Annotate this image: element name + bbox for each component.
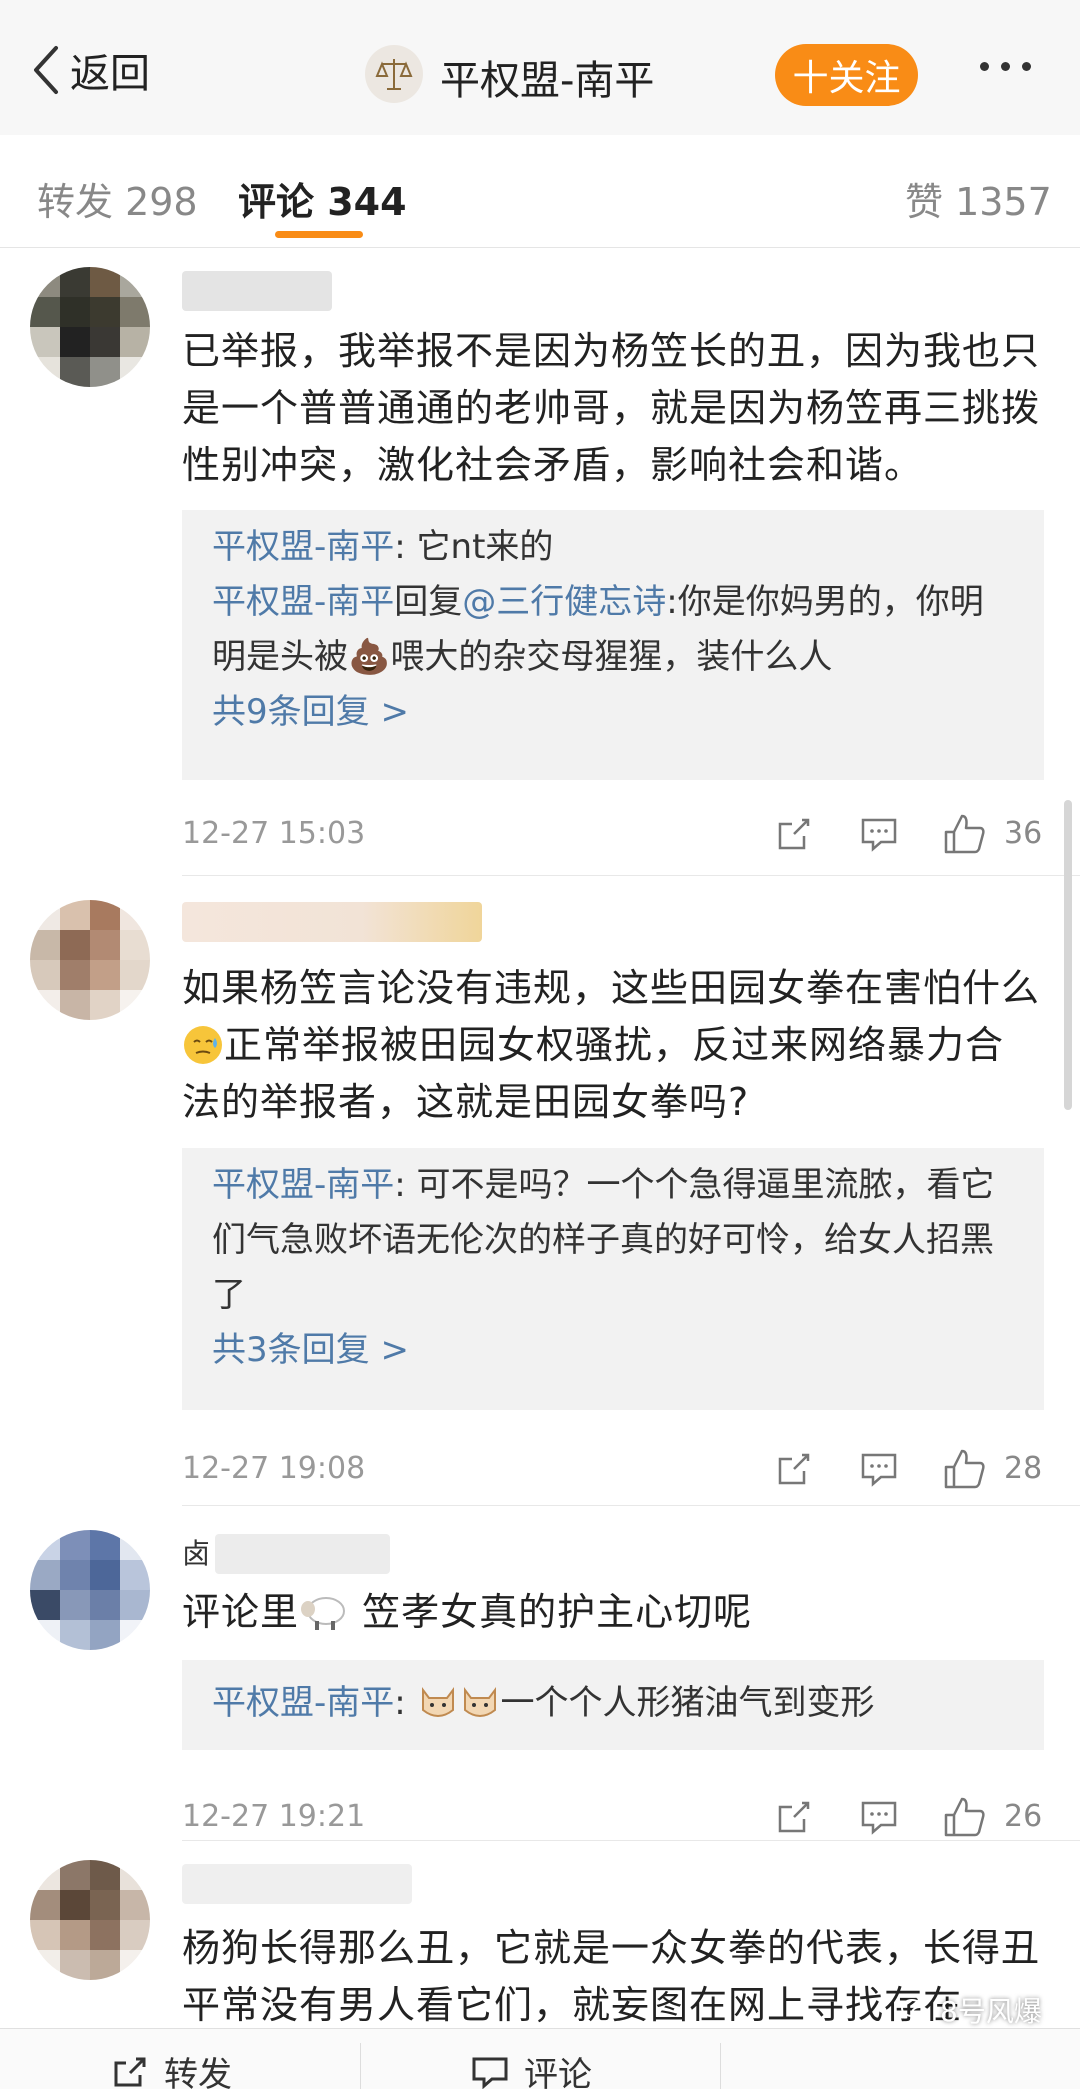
username-blurred[interactable]	[182, 902, 482, 942]
reply-box[interactable]: 平权盟-南平: 一个个人形猪油气到变形	[182, 1660, 1044, 1750]
scales-icon[interactable]	[365, 45, 423, 103]
reply-author[interactable]: 平权盟-南平	[212, 582, 394, 622]
comment-text: 评论里 笠孝女真的护主心切呢	[182, 1590, 753, 1634]
divider	[182, 1840, 1080, 1841]
comment-icon[interactable]	[857, 1795, 901, 1839]
tab-reposts[interactable]: 转发 298	[37, 171, 198, 226]
bottom-action-bar: 转发 评论	[0, 2028, 1080, 2095]
comment-meta: 12-27 19:08 28	[182, 1445, 1044, 1495]
page-title[interactable]: 平权盟-南平	[440, 48, 654, 106]
scrollbar[interactable]	[1064, 800, 1072, 1110]
more-replies-link[interactable]: 共3条回复 >	[212, 1323, 1014, 1378]
more-options-icon[interactable]	[980, 62, 1031, 71]
reply-line: 平权盟-南平回复@三行健忘诗:你是你妈男的，你明明是头被💩喂大的杂交母猩猩，装什…	[212, 582, 984, 677]
cat-emoji-icon	[421, 1687, 454, 1717]
share-icon[interactable]	[772, 1795, 816, 1839]
back-button[interactable]: 返回	[30, 40, 150, 100]
comment-time: 12-27 15:03	[182, 816, 366, 851]
avatar[interactable]	[30, 1860, 150, 1980]
tab-comments[interactable]: 评论 344	[238, 171, 407, 226]
like-count: 26	[1004, 1799, 1043, 1834]
divider	[182, 1505, 1080, 1506]
reply-author[interactable]: 平权盟-南平	[212, 1165, 394, 1205]
back-label: 返回	[70, 51, 150, 97]
comment-button[interactable]: 评论	[470, 2047, 592, 2096]
comment-text: 已举报，我举报不是因为杨笠长的丑，因为我也只是一个普普通通的老帅哥，就是因为杨笠…	[182, 329, 1041, 487]
like-count: 28	[1004, 1451, 1043, 1486]
avatar[interactable]	[30, 1530, 150, 1650]
like-count: 36	[1004, 816, 1043, 851]
comment-icon[interactable]	[857, 812, 901, 856]
comment-icon[interactable]	[857, 1447, 901, 1491]
thumbs-up-icon[interactable]	[942, 1447, 986, 1491]
repost-icon	[114, 2057, 146, 2086]
wechat-icon	[901, 1999, 929, 2020]
comment-icon	[472, 2057, 508, 2089]
reply-author[interactable]: 平权盟-南平	[212, 527, 394, 567]
reply-author[interactable]: 平权盟-南平	[212, 1683, 394, 1723]
thumbs-up-icon[interactable]	[942, 812, 986, 856]
comment-meta: 12-27 19:21 26	[182, 1793, 1044, 1843]
comment-time: 12-27 19:08	[182, 1451, 366, 1486]
follow-button[interactable]: 十关注	[775, 44, 918, 106]
active-tab-indicator	[275, 231, 363, 238]
top-nav: 返回 平权盟-南平 十关注	[0, 0, 1080, 135]
more-replies-link[interactable]: 共9条回复 >	[212, 685, 1014, 740]
sweat-emoji-icon	[184, 1026, 222, 1064]
chevron-left-icon	[34, 46, 58, 94]
divider	[720, 2043, 721, 2089]
sheep-emoji-icon	[301, 1597, 346, 1630]
username-blurred[interactable]	[182, 271, 332, 311]
tab-bar: 转发 298 评论 344 赞 1357	[0, 135, 1080, 248]
reply-line: 平权盟-南平: 它nt来的	[212, 527, 554, 567]
comment-meta: 12-27 15:03 36	[182, 810, 1044, 860]
reply-line: 平权盟-南平: 一个个人形猪油气到变形	[212, 1676, 1014, 1731]
tab-likes[interactable]: 赞 1357	[905, 171, 1052, 226]
reply-box[interactable]: 平权盟-南平: 可不是吗？一个个急得逼里流脓，看它们气急败坏语无伦次的样子真的好…	[182, 1148, 1044, 1410]
avatar[interactable]	[30, 267, 150, 387]
reply-box[interactable]: 平权盟-南平: 它nt来的 平权盟-南平回复@三行健忘诗:你是你妈男的，你明明是…	[182, 510, 1044, 780]
divider	[360, 2043, 361, 2089]
mention-link[interactable]: @三行健忘诗	[462, 582, 666, 622]
thumbs-up-icon[interactable]	[942, 1795, 986, 1839]
reply-line: 平权盟-南平: 可不是吗？一个个急得逼里流脓，看它们气急败坏语无伦次的样子真的好…	[212, 1165, 995, 1315]
comment-time: 12-27 19:21	[182, 1799, 366, 1834]
repost-button[interactable]: 转发	[110, 2047, 232, 2096]
share-icon[interactable]	[772, 1447, 816, 1491]
divider	[182, 875, 1080, 876]
username-blurred[interactable]	[215, 1534, 390, 1574]
cat-emoji-icon	[463, 1687, 496, 1717]
username-blurred[interactable]	[182, 1864, 412, 1904]
share-icon[interactable]	[772, 812, 816, 856]
avatar[interactable]	[30, 900, 150, 1020]
username-partial[interactable]: 卤	[182, 1532, 212, 1572]
comment-text: 如果杨笠言论没有违规，这些田园女拳在害怕什么正常举报被田园女权骚扰，反过来网络暴…	[182, 966, 1041, 1124]
watermark: 8号风爆	[900, 1990, 1042, 2030]
